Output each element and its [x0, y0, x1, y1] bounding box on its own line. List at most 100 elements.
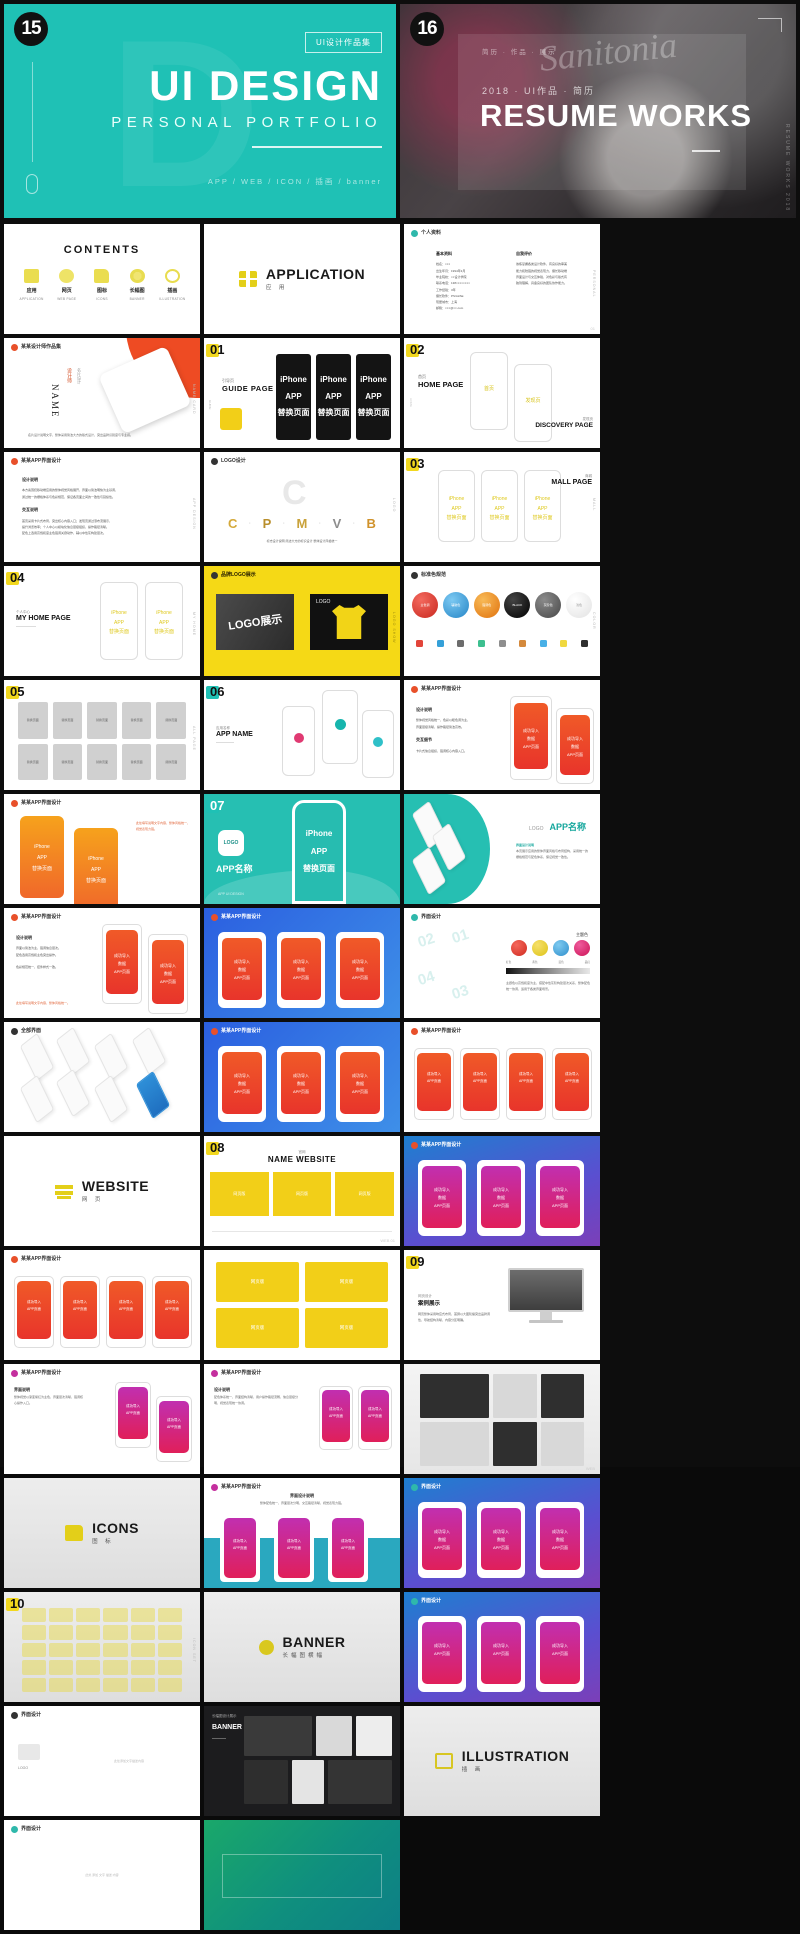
mock-tile [420, 1422, 490, 1466]
slide-text-placeholder[interactable]: 界面设计 此处 添加 文字 描述 内容 [4, 1820, 200, 1930]
slide-ui-design-theme[interactable]: 界面设计 02 01 04 03 主题色 红色 黄色 蓝色 品红 主题色以高饱和度为… [404, 908, 600, 1018]
slide-mall-page[interactable]: 03 iPhone APP 替换页面 iPhone APP 替换页面 iPhon… [404, 452, 600, 562]
slide-app-magenta-detail[interactable]: 某某APP界面设计 设计说明 配色体系统一，界面结构清晰，用户操作路径流畅，信息层… [204, 1364, 400, 1474]
slide-my-home-page[interactable]: 04 个人中心 MY HOME PAGE iPhone APP 替换页面 iPh… [4, 566, 200, 676]
circle-icon [258, 1639, 274, 1655]
phone-frame: 成功导入 数据 APP页面 [336, 932, 384, 1008]
phone-mockup: iPhone APP 替换页面 [316, 354, 351, 440]
divider [212, 1231, 392, 1232]
slide-website-case[interactable]: 09 网页设计 案例展示 网页整体采用响应式布局，首屏以大图轮播突出品牌调性，导… [404, 1250, 600, 1360]
slide-logo-showcase[interactable]: 品牌LOGO展示 LOGO展示 LOGO LOGO SHOW [204, 566, 400, 676]
slide-section-icons[interactable]: ICONS 图 标 [4, 1478, 200, 1588]
phone-screen: 成功导入 数据 APP页面 [152, 940, 184, 1004]
magenta-dot-icon [211, 1484, 218, 1492]
placeholder-text: 此处 添加 文字 描述 内容 [85, 1873, 119, 1877]
picture-frame-icon [434, 1753, 453, 1769]
slide-namecard[interactable]: 某某设计师作品集 NAME 设计师 名片设计 名片设计说明文字，整体采用简洁大方… [4, 338, 200, 448]
slide-app-three-blue[interactable]: 某某APP界面设计 成功导入 数据 APP页面 成功导入 数据 APP页面 成功导入 数据… [204, 908, 400, 1018]
phone-frame: 成功导入 APP页面 [14, 1276, 54, 1348]
slide-web-mockup-photo[interactable]: WEB [404, 1364, 600, 1474]
phone-screen: iPhone APP 替换页面 [303, 829, 335, 874]
slide-guide-page[interactable]: 01 引导页 GUIDE PAGE GUIDE iPhone APP 替换页面 iP… [204, 338, 400, 448]
accent-dot-icon [373, 737, 383, 747]
yellow-block-grid: 网页版 网页版 网页版 网页版 [216, 1262, 388, 1348]
phone-mockup: iPhone APP 替换页面 [356, 354, 391, 440]
phone-frame: 成功导入 数据 APP页面 [536, 1160, 584, 1236]
top-caption: 界面设计说明 整体配色统一，界面层次分明，交互路径清晰，视觉表现力强。 [259, 1493, 344, 1505]
slide-app-showcase-white[interactable]: 某某APP界面设计 设计说明 整体视觉风格统一，色彩以暖色调为主， 界面层级清晰，… [404, 680, 600, 790]
highlight-phone [135, 1070, 171, 1120]
color-swatch: 灰阶色 [535, 592, 562, 618]
analysis-body: 设计说明 本方案围绕移动端应用的整体视觉风格展开，界面以简洁明快为主基调， 通过… [22, 477, 119, 536]
contents-item: 插画 ILLUSTRATION [155, 269, 189, 301]
phone-screen: 成功导入 APP页面 [278, 1518, 310, 1578]
slide-green-gradient[interactable] [204, 1820, 400, 1930]
slide-app-analysis[interactable]: 某某APP界面设计 设计说明 本方案围绕移动端应用的整体视觉风格展开，界面以简洁… [4, 452, 200, 562]
app-icon [539, 640, 547, 647]
slide-contents[interactable]: CONTENTS 应用 APPLICATION 网页 WEB PAGE 图标 ICON… [4, 224, 200, 334]
phone-frame: iPhone APP 替换页面 [292, 800, 346, 904]
hero-slide-ui-design[interactable]: 15 D UI设计作品集 UI DESIGN PERSONAL PORTFOLI… [4, 4, 396, 218]
logo-letters: C · P · M · V · B [228, 516, 376, 531]
slide-name-website[interactable]: 08 官网 NAME WEBSITE 网页版 网页版 网页版 WEB 01 [204, 1136, 400, 1246]
page-thumb: 替换页面 [18, 743, 48, 780]
yellow-square [220, 408, 242, 430]
phone-screen: 成功导入 数据 APP页面 [340, 1052, 380, 1114]
red-dot-icon [411, 1028, 418, 1036]
slide-yellow-blocks[interactable]: 网页版 网页版 网页版 网页版 [204, 1250, 400, 1360]
slide-app-three-blue-2[interactable]: 某某APP界面设计 成功导入 数据 APP页面 成功导入 数据 APP页面 成功导入 数据… [204, 1022, 400, 1132]
app-icon-row [416, 640, 588, 647]
color-swatch [553, 940, 569, 956]
slide-section-application[interactable]: APPLICATION 应 用 [204, 224, 400, 334]
slide-app-magenta-teal[interactable]: 某某APP界面设计 界面设计说明 整体配色统一，界面层次分明，交互路径清晰，视觉表… [204, 1478, 400, 1588]
slide-app-name[interactable]: 06 应用名称 APP NAME [204, 680, 400, 790]
slide-app-magenta-blue-2[interactable]: 界面设计 成功导入 APP页面 成功导入 APP页面 成功导入 APP页面 [404, 1592, 600, 1702]
section-divider: ILLUSTRATION 插 画 [404, 1706, 600, 1816]
phone-row: iPhone APP 替换页面 iPhone APP 替换页面 [20, 816, 118, 904]
section-title-en: APPLICATION [265, 265, 366, 282]
slide-app-showcase-gradient[interactable]: 某某APP界面设计 iPhone APP 替换页面 iPhone APP 替换页面 此处… [4, 794, 200, 904]
app-icon [560, 640, 568, 647]
application-icon [24, 269, 40, 283]
slide-dark-banner-mock[interactable]: 长幅图设计展示 BANNER [204, 1706, 400, 1816]
hero-rule [252, 146, 382, 148]
section-divider: WEBSITE 网 页 [4, 1136, 200, 1246]
slide-home-page[interactable]: 02 首页 HOME PAGE 首页 发现页 发现页 DISCOVERY PAG… [404, 338, 600, 448]
hero-slide-resume-works[interactable]: Sanitonia 16 简历 · 作品 · 展示 2018 · UI作品 · … [400, 4, 796, 218]
slide-number-badge: 02 [405, 342, 425, 357]
theme-color-row [511, 940, 590, 956]
phone-frame: 成功导入 APP页面 [358, 1386, 392, 1450]
page-thumb: 替换页面 [156, 743, 186, 780]
grid-squares-icon [238, 271, 257, 287]
slide-header: 某某APP界面设计 [411, 1028, 461, 1036]
slide-isometric-appname[interactable]: LOGO APP名称 界面设计说明 本页展示应用的整体界面风格与布局结构，采用统一… [404, 794, 600, 904]
slide-app-magenta-white[interactable]: 某某APP界面设计 界面说明 整体视觉以渐变紫红为主色，界面层次清晰，强调核心操作… [4, 1364, 200, 1474]
phone-screen: 成功导入 数据 APP页面 [222, 1052, 262, 1114]
slide-section-website[interactable]: WEBSITE 网 页 [4, 1136, 200, 1246]
slide-page-grid[interactable]: 05 替换页面 替换页面 替换页面 替换页面 替换页面 替换页面 替换页面 替换页面 替… [4, 680, 200, 790]
slide-number-badge: 04 [5, 570, 25, 585]
slide-section-illustration[interactable]: ILLUSTRATION 插 画 [404, 1706, 600, 1816]
slide-isometric-all-pages[interactable]: 全部界面 [4, 1022, 200, 1132]
phone-row: 成功导入 数据 APP页面 成功导入 数据 APP页面 成功导入 数据 APP页面 [218, 932, 384, 1008]
slide-app-four-white-2[interactable]: 某某APP界面设计 成功导入 APP页面 成功导入 APP页面 成功导入 APP页面 … [4, 1250, 200, 1360]
slide-app-four-white[interactable]: 某某APP界面设计 成功导入 APP页面 成功导入 APP页面 成功导入 APP页面 … [404, 1022, 600, 1132]
slide-header: 某某APP界面设计 [211, 1484, 261, 1492]
slide-section-banner[interactable]: BANNER 长幅图横幅 [204, 1592, 400, 1702]
appname-heading: LOGO APP名称 [529, 822, 586, 832]
slide-logo-design[interactable]: LOGO设计 C C · P · M · V · B 标志设计说明 简洁大方的标识设计 … [204, 452, 400, 562]
color-swatch: 强调色 [473, 592, 500, 618]
slide-app-magenta-three[interactable]: 某某APP界面设计 成功导入 数据 APP页面 成功导入 数据 APP页面 成功导入 数据… [404, 1136, 600, 1246]
slide-number-badge: 07 [205, 798, 225, 813]
slide-app-magenta-blue[interactable]: 界面设计 成功导入 数据 APP页面 成功导入 数据 APP页面 成功导入 数据 APP页面 [404, 1478, 600, 1588]
slide-header: 界面设计 [11, 1826, 41, 1834]
phone-frame: iPhone APP 替换页面 [74, 828, 118, 904]
slide-profile[interactable]: 个人资料 基本资料 姓名：××× 出生年月：1994年3月 毕业院校：××设计学院联… [404, 224, 600, 334]
slide-app-teal-hero[interactable]: 07 LOGO APP名称 iPhone APP 替换页面 APP UI DESIG… [204, 794, 400, 904]
logo-ghost-mark: C [282, 474, 307, 512]
slide-light-text[interactable]: 界面设计 LOGO 此处添加文字描述内容 [4, 1706, 200, 1816]
slide-app-detail-white[interactable]: 某某APP界面设计 设计说明 界面以简洁为主，强调信息层次。 配色选用高饱和主色突… [4, 908, 200, 1018]
slide-color-palette[interactable]: 标准色规范 主色调 辅助色 强调色 BLACK 灰阶色 浅色 COLOR [404, 566, 600, 676]
slide-icon-sheet[interactable]: 10 ICON SET [4, 1592, 200, 1702]
phone-frame [362, 710, 394, 778]
